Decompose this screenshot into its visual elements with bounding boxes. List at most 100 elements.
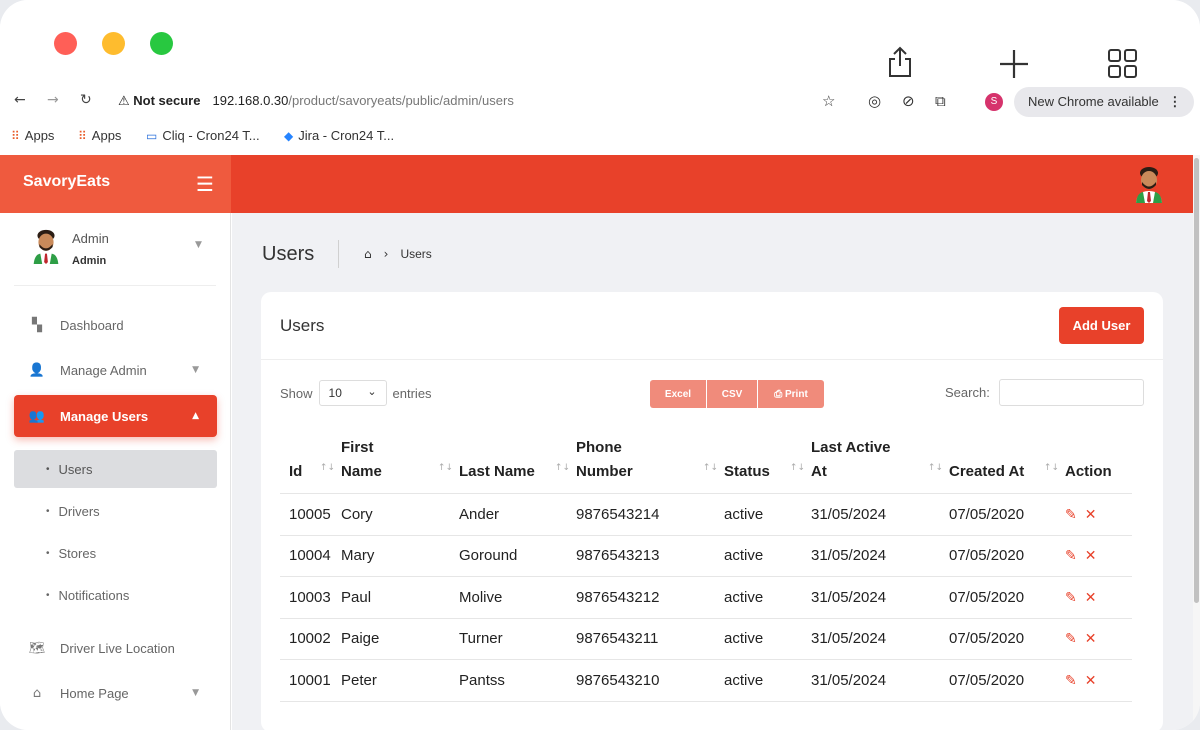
forward-icon[interactable]: → <box>47 92 59 108</box>
extension-icon[interactable]: ◎ <box>868 92 881 110</box>
cell-actions: ✎ ✕ <box>1065 660 1132 702</box>
cell-first-name: Peter <box>341 660 459 702</box>
cell-id: 10005 <box>280 494 341 536</box>
cell-status: active <box>724 536 811 577</box>
delete-icon[interactable]: ✕ <box>1085 507 1097 523</box>
scrollbar-thumb[interactable] <box>1194 158 1199 603</box>
card-title: Users <box>280 316 325 335</box>
more-options-icon[interactable]: ⋮ <box>1168 94 1181 109</box>
sidebar-item-dashboard[interactable]: ▚ Dashboard <box>14 305 217 345</box>
bookmark-jira[interactable]: ◆ Jira - Cron24 T... <box>284 128 394 143</box>
user-dropdown-caret-icon[interactable]: ▼ <box>195 240 202 250</box>
users-icon: 👥 <box>28 408 46 424</box>
column-header-phone[interactable]: Phone Number ↑↓ <box>576 436 724 494</box>
minimize-window-button[interactable] <box>102 32 125 55</box>
column-header-last-name[interactable]: Last Name ↑↓ <box>459 436 576 494</box>
delete-icon[interactable]: ✕ <box>1085 673 1097 689</box>
page-scrollbar[interactable] <box>1193 155 1200 730</box>
delete-icon[interactable]: ✕ <box>1085 548 1097 564</box>
apps-grid-icon: ⠿ <box>11 128 20 143</box>
sidebar-item-manage-users[interactable]: 👥 Manage Users ▲ <box>14 395 217 437</box>
sidebar-item-label: Home Page <box>60 685 129 701</box>
edit-icon[interactable]: ✎ <box>1065 631 1077 647</box>
profile-avatar[interactable]: S <box>985 93 1003 111</box>
sidebar-item-label: Manage Users <box>60 408 149 424</box>
cell-phone: 9876543213 <box>576 536 724 577</box>
sort-icon: ↑↓ <box>1043 463 1059 473</box>
column-header-label: Action <box>1065 463 1112 480</box>
bookmark-cliq[interactable]: ▭ Cliq - Cron24 T... <box>146 128 260 143</box>
show-label: Show <box>280 385 313 401</box>
tab-overview-icon[interactable] <box>1107 48 1139 86</box>
delete-icon[interactable]: ✕ <box>1085 590 1097 606</box>
table-row: 10003 Paul Molive 9876543212 active 31/0… <box>280 577 1132 619</box>
add-user-button[interactable]: Add User <box>1059 307 1144 344</box>
sidebar-subitem-users[interactable]: • Users <box>14 450 217 488</box>
edit-icon[interactable]: ✎ <box>1065 590 1077 606</box>
jira-icon: ◆ <box>284 128 294 143</box>
export-buttons: Excel CSV ⎙ Print <box>650 380 824 408</box>
table-row: 10002 Paige Turner 9876543211 active 31/… <box>280 619 1132 660</box>
sidebar-subitem-stores[interactable]: • Stores <box>14 534 217 572</box>
sidebar-subitem-label: Notifications <box>58 587 130 603</box>
bookmark-apps[interactable]: ⠿ Apps <box>78 128 121 143</box>
extension-icon[interactable]: ⊘ <box>902 92 915 110</box>
column-header-last-active[interactable]: Last Active At ↑↓ <box>811 436 949 494</box>
column-header-first-name[interactable]: First Name ↑↓ <box>341 436 459 494</box>
column-header-status[interactable]: Status ↑↓ <box>724 436 811 494</box>
entries-select[interactable]: 10 ⌄ <box>318 380 387 406</box>
cell-actions: ✎ ✕ <box>1065 577 1132 619</box>
column-header-id[interactable]: Id ↑↓ <box>280 436 341 494</box>
user-avatar[interactable] <box>1133 165 1165 203</box>
share-icon[interactable] <box>887 46 913 84</box>
sidebar-divider <box>14 285 216 286</box>
bullet-icon: • <box>46 463 50 475</box>
hamburger-menu-icon[interactable]: ☰ <box>196 172 214 196</box>
column-header-label: Created At <box>949 463 1025 480</box>
sidebar-subitem-drivers[interactable]: • Drivers <box>14 492 217 530</box>
edit-icon[interactable]: ✎ <box>1065 507 1077 523</box>
reload-icon[interactable]: ↻ <box>80 92 92 108</box>
new-tab-icon[interactable] <box>998 48 1030 86</box>
table-header-row: Id ↑↓ First Name ↑↓ Last Name ↑↓ Phone Number… <box>280 436 1132 494</box>
column-header-created-at[interactable]: Created At ↑↓ <box>949 436 1065 494</box>
card-divider <box>261 359 1163 360</box>
home-icon[interactable]: ⌂ <box>364 247 372 261</box>
sidebar-subitem-notifications[interactable]: • Notifications <box>14 576 217 614</box>
export-csv-button[interactable]: CSV <box>707 380 758 408</box>
users-table: Id ↑↓ First Name ↑↓ Last Name ↑↓ Phone Number… <box>280 436 1132 702</box>
cell-id: 10003 <box>280 577 341 619</box>
edit-icon[interactable]: ✎ <box>1065 548 1077 564</box>
sidebar-user[interactable]: Admin Admin <box>30 228 109 269</box>
cell-last-name: Turner <box>459 619 576 660</box>
column-header-label: At <box>811 463 827 480</box>
bookmark-star-icon[interactable]: ☆ <box>822 92 835 110</box>
url-field[interactable]: ⚠ Not secure 192.168.0.30/product/savorye… <box>118 93 514 109</box>
search-input[interactable] <box>999 379 1144 406</box>
bookmark-label: Jira - Cron24 T... <box>298 128 395 143</box>
delete-icon[interactable]: ✕ <box>1085 631 1097 647</box>
cell-created: 07/05/2020 <box>949 619 1065 660</box>
bookmark-label: Cliq - Cron24 T... <box>162 128 260 143</box>
sidebar-item-manage-admin[interactable]: 👤 Manage Admin ▼ <box>14 350 217 390</box>
export-print-button[interactable]: ⎙ Print <box>758 380 824 408</box>
cell-last-active: 31/05/2024 <box>811 619 949 660</box>
maximize-window-button[interactable] <box>150 32 173 55</box>
cell-status: active <box>724 660 811 702</box>
bookmark-apps[interactable]: ⠿ Apps <box>11 128 54 143</box>
back-icon[interactable]: ← <box>14 92 26 108</box>
bullet-icon: • <box>46 589 50 601</box>
chevron-down-icon: ▼ <box>192 688 199 698</box>
sidebar-item-driver-live-location[interactable]: 🗺 Driver Live Location <box>14 628 217 668</box>
export-excel-button[interactable]: Excel <box>650 380 707 408</box>
map-icon: 🗺 <box>28 640 46 656</box>
edit-icon[interactable]: ✎ <box>1065 673 1077 689</box>
cell-first-name: Cory <box>341 494 459 536</box>
sort-icon: ↑↓ <box>702 463 718 473</box>
cell-created: 07/05/2020 <box>949 536 1065 577</box>
close-window-button[interactable] <box>54 32 77 55</box>
admin-icon: 👤 <box>28 362 46 378</box>
extensions-puzzle-icon[interactable]: ⧉ <box>935 92 946 110</box>
chrome-update-button[interactable]: New Chrome available ⋮ <box>1014 87 1194 117</box>
sidebar-item-home-page[interactable]: ⌂ Home Page ▼ <box>14 673 217 713</box>
